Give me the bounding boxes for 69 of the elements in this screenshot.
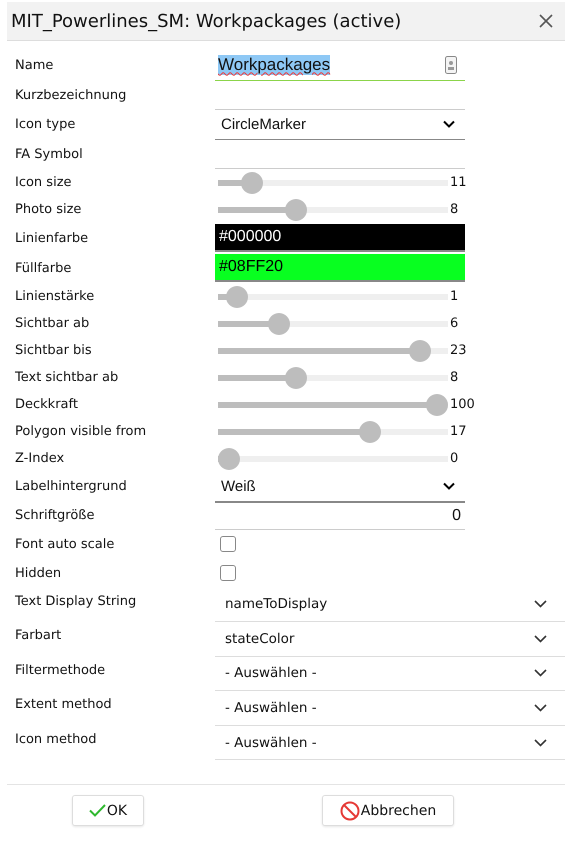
field-label: Icon size [15,175,73,190]
slider-value: 8 [450,202,458,217]
field-label: Icon type [15,117,76,132]
field-label: Icon method [15,730,98,749]
number-field[interactable]: 0 [215,502,465,530]
field-label: Sichtbar ab [15,316,90,331]
checkbox[interactable] [220,536,236,552]
color-field[interactable]: #000000 [215,224,465,252]
field-label: Extent method [15,696,113,714]
slider-value: 8 [450,370,458,385]
field-label: Farbart [15,627,62,646]
field-label: Kurzbezeichnung [15,88,128,103]
field-label: Z-Index [15,451,66,466]
field-label: Linienfarbe [15,230,90,246]
text-field[interactable]: Workpackages [215,51,465,80]
slider-thumb[interactable] [359,420,382,442]
field-label: Füllfarbe [15,260,72,276]
chevron-down-icon [443,120,455,128]
contact-card-icon[interactable] [445,56,457,74]
field-label: Font auto scale [15,536,116,552]
select-field[interactable]: - Auswählen - [215,656,565,692]
field-label: FA Symbol [15,146,84,162]
ok-button[interactable]: OK [72,795,144,826]
chevron-down-icon [534,669,547,678]
slider-value: 23 [450,343,467,358]
field-label: Sichtbar bis [15,343,93,358]
chevron-down-icon [534,634,547,643]
slider-value: 100 [450,397,475,412]
close-icon[interactable] [539,14,553,28]
chevron-down-icon [534,600,547,608]
field-label: Name [15,58,54,74]
color-field[interactable]: #08FF20 [215,254,465,282]
select-field[interactable]: nameToDisplay [215,588,565,622]
field-label: Text Display String [15,592,138,610]
field-label: Filtermethode [15,662,106,680]
slider-thumb[interactable] [226,286,248,308]
field-label: Text sichtbar ab [15,370,120,385]
slider-value: 17 [450,424,467,439]
window-title: MIT_Powerlines_SM: Workpackages (active) [11,10,402,32]
slider-thumb[interactable] [426,394,448,416]
cancel-button[interactable]: Abbrechen [322,795,454,826]
field-label: Schriftgröße [15,508,96,523]
slider-thumb[interactable] [268,312,290,334]
field-label: Polygon visible from [15,424,148,439]
prohibited-icon [340,800,360,821]
field-label: Hidden [15,566,62,580]
chevron-down-icon [534,704,547,712]
chevron-down-icon [534,738,547,747]
field-label: Deckkraft [15,397,79,412]
slider-value: 1 [450,289,458,304]
slider-thumb[interactable] [409,340,432,362]
select-field[interactable]: - Auswählen - [215,726,565,760]
checkmark-icon [88,804,106,818]
slider-value: 6 [450,316,458,331]
slider-thumb[interactable] [284,198,307,220]
slider-value: 0 [450,451,458,466]
slider-thumb[interactable] [240,172,263,194]
select-field[interactable]: Weiß [215,472,465,502]
select-field[interactable]: CircleMarker [215,110,465,140]
select-field[interactable]: - Auswählen - [215,691,565,726]
chevron-down-icon [443,482,455,490]
field-label: Linienstärke [15,289,96,304]
slider-value: 11 [450,175,467,190]
slider-thumb[interactable] [284,366,307,388]
field-label: Labelhintergrund [15,479,128,494]
slider-thumb[interactable] [218,448,240,470]
field-label: Photo size [15,202,82,217]
select-field[interactable]: stateColor [215,622,565,657]
checkbox[interactable] [220,565,236,581]
